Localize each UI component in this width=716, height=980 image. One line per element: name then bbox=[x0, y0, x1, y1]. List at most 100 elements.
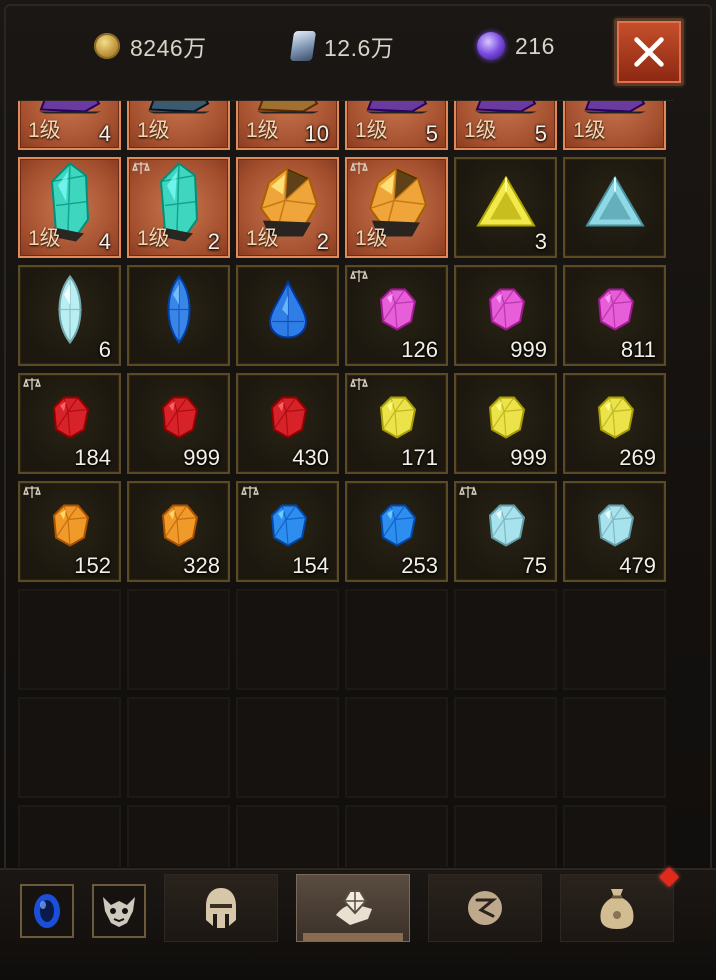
inventory-slot[interactable] bbox=[236, 265, 339, 366]
item-level: 1级 bbox=[137, 114, 170, 144]
blue-ring-icon bbox=[30, 891, 64, 931]
tradeable-scale-icon bbox=[132, 161, 150, 175]
inventory-slot[interactable]: 154 bbox=[236, 481, 339, 582]
empty-slot[interactable] bbox=[454, 805, 557, 867]
inventory-slot[interactable]: 999 bbox=[127, 373, 230, 474]
inventory-slot[interactable]: 1级2 bbox=[236, 157, 339, 258]
sapphire-tab[interactable] bbox=[20, 884, 74, 938]
quest-tab[interactable] bbox=[428, 874, 542, 942]
empty-slot[interactable] bbox=[18, 589, 121, 690]
inventory-slot[interactable]: 269 bbox=[563, 373, 666, 474]
empty-slot[interactable] bbox=[345, 697, 448, 798]
empty-slot[interactable] bbox=[236, 589, 339, 690]
helmet-icon bbox=[201, 886, 241, 930]
inventory-slot[interactable]: 1级4 bbox=[18, 157, 121, 258]
inventory-slot[interactable]: 253 bbox=[345, 481, 448, 582]
inventory-slot[interactable]: 171 bbox=[345, 373, 448, 474]
gold-amount: 8246万 bbox=[130, 29, 207, 63]
empty-slot[interactable] bbox=[127, 589, 230, 690]
empty-slot[interactable] bbox=[563, 805, 666, 867]
inventory-slot[interactable]: 430 bbox=[236, 373, 339, 474]
inventory-slot[interactable]: 6 bbox=[18, 265, 121, 366]
gem-icon bbox=[371, 499, 423, 556]
item-count: 999 bbox=[510, 445, 547, 471]
inventory-slot[interactable]: 1级4 bbox=[18, 100, 121, 150]
inventory-slot[interactable]: 1级 bbox=[345, 157, 448, 258]
gem-icon bbox=[153, 391, 205, 448]
item-count: 999 bbox=[510, 337, 547, 363]
empty-slot[interactable] bbox=[345, 805, 448, 867]
empty-slot[interactable] bbox=[127, 805, 230, 867]
item-count: 811 bbox=[621, 337, 656, 363]
inventory-slot[interactable]: 1级 bbox=[127, 100, 230, 150]
inventory-slot[interactable]: 1级5 bbox=[345, 100, 448, 150]
item-count: 152 bbox=[74, 553, 111, 579]
tradeable-scale-icon bbox=[23, 485, 41, 499]
equipment-tab[interactable] bbox=[164, 874, 278, 942]
empty-slot[interactable] bbox=[127, 697, 230, 798]
item-count: 269 bbox=[619, 445, 656, 471]
item-count: 75 bbox=[523, 553, 547, 579]
tradeable-scale-icon bbox=[23, 377, 41, 391]
gem-icon bbox=[589, 391, 641, 448]
item-count: 126 bbox=[401, 337, 438, 363]
inventory-slot[interactable]: 1级5 bbox=[454, 100, 557, 150]
gem-icon bbox=[480, 499, 532, 556]
rune-icon bbox=[463, 886, 507, 930]
gem-icon bbox=[371, 283, 423, 340]
marquise-icon bbox=[159, 274, 199, 349]
inventory-slot[interactable]: 328 bbox=[127, 481, 230, 582]
empty-slot[interactable] bbox=[18, 697, 121, 798]
item-count: 430 bbox=[292, 445, 329, 471]
gem-icon bbox=[262, 499, 314, 556]
gem-icon bbox=[589, 499, 641, 556]
inventory-slot[interactable]: 999 bbox=[454, 265, 557, 366]
demon-tab[interactable] bbox=[92, 884, 146, 938]
shard-currency: 12.6万 bbox=[292, 30, 394, 62]
orb-amount: 216 bbox=[515, 33, 555, 60]
tradeable-scale-icon bbox=[350, 269, 368, 283]
inventory-slot[interactable]: 184 bbox=[18, 373, 121, 474]
empty-slot[interactable] bbox=[563, 697, 666, 798]
inventory-slot[interactable]: 811 bbox=[563, 265, 666, 366]
inventory-slot[interactable]: 1级10 bbox=[236, 100, 339, 150]
item-count: 999 bbox=[183, 445, 220, 471]
item-level: 1级 bbox=[28, 114, 61, 144]
item-count: 5 bbox=[426, 121, 438, 147]
close-button[interactable] bbox=[614, 18, 684, 86]
tradeable-scale-icon bbox=[350, 377, 368, 391]
empty-slot[interactable] bbox=[236, 697, 339, 798]
item-count: 184 bbox=[74, 445, 111, 471]
inventory-slot[interactable]: 1级2 bbox=[127, 157, 230, 258]
empty-slot[interactable] bbox=[454, 589, 557, 690]
gem-icon bbox=[44, 391, 96, 448]
inventory-slot[interactable]: 999 bbox=[454, 373, 557, 474]
inventory-slot[interactable]: 479 bbox=[563, 481, 666, 582]
gem-icon bbox=[480, 391, 532, 448]
gold-coin-icon bbox=[94, 33, 120, 59]
gems-tab[interactable] bbox=[296, 874, 410, 942]
empty-slot[interactable] bbox=[18, 805, 121, 867]
marquise-icon bbox=[50, 274, 90, 349]
inventory-slot[interactable] bbox=[563, 157, 666, 258]
item-count: 10 bbox=[305, 121, 329, 147]
empty-slot[interactable] bbox=[345, 589, 448, 690]
inventory-slot[interactable]: 152 bbox=[18, 481, 121, 582]
inventory-slot[interactable]: 126 bbox=[345, 265, 448, 366]
inventory-slot[interactable] bbox=[127, 265, 230, 366]
teardrop-icon bbox=[266, 279, 310, 344]
empty-slot[interactable] bbox=[236, 805, 339, 867]
empty-slot[interactable] bbox=[454, 697, 557, 798]
scroll-shard-icon bbox=[290, 31, 316, 61]
gem-hand-icon bbox=[328, 885, 378, 931]
item-count: 4 bbox=[99, 229, 111, 255]
item-count: 253 bbox=[401, 553, 438, 579]
bag-tab[interactable] bbox=[560, 874, 674, 942]
empty-slot[interactable] bbox=[563, 589, 666, 690]
item-level: 1级 bbox=[464, 114, 497, 144]
inventory-slot[interactable]: 3 bbox=[454, 157, 557, 258]
item-count: 2 bbox=[317, 229, 329, 255]
item-count: 479 bbox=[619, 553, 656, 579]
inventory-slot[interactable]: 1级 bbox=[563, 100, 666, 150]
inventory-slot[interactable]: 75 bbox=[454, 481, 557, 582]
